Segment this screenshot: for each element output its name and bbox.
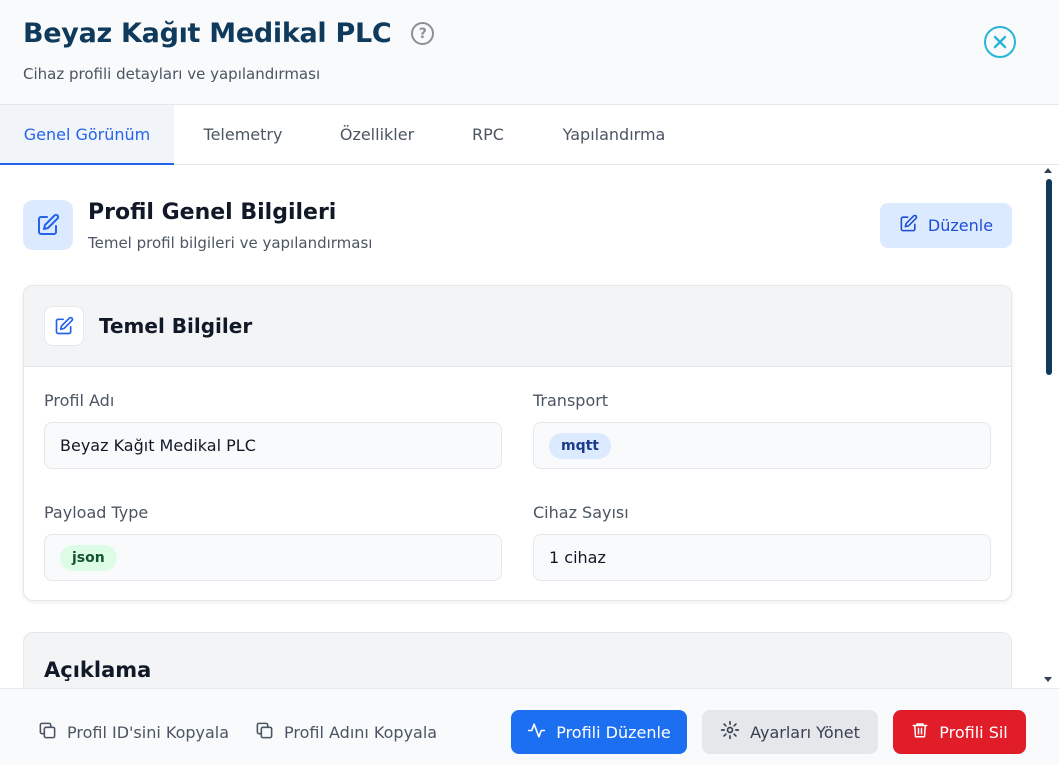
tab-bar: Genel Görünüm Telemetry Özellikler RPC Y…	[0, 105, 1059, 165]
description-card: Açıklama	[23, 632, 1012, 688]
basic-info-card: Temel Bilgiler Profil Adı Beyaz Kağıt Me…	[23, 285, 1012, 601]
copy-icon	[255, 721, 274, 744]
scroll-thumb[interactable]	[1046, 179, 1052, 375]
edit-profile-label: Profili Düzenle	[556, 722, 671, 742]
scrollbar[interactable]	[1042, 165, 1059, 688]
section-subtitle: Temel profil bilgileri ve yapılandırması	[88, 234, 373, 252]
section-title: Profil Genel Bilgileri	[88, 200, 337, 225]
scroll-up-icon[interactable]	[1044, 168, 1052, 173]
tab-rpc[interactable]: RPC	[458, 105, 518, 165]
payload-type-label: Payload Type	[44, 503, 149, 522]
device-count-label: Cihaz Sayısı	[533, 503, 629, 522]
tab-attributes[interactable]: Özellikler	[327, 105, 427, 165]
profile-name-value: Beyaz Kağıt Medikal PLC	[60, 436, 256, 455]
activity-icon	[527, 721, 546, 744]
transport-label: Transport	[533, 391, 609, 410]
manage-settings-button[interactable]: Ayarları Yönet	[702, 710, 878, 754]
delete-profile-label: Profili Sil	[939, 722, 1008, 742]
payload-type-badge: json	[60, 544, 117, 571]
edit-profile-button[interactable]: Profili Düzenle	[511, 710, 687, 754]
content-area: Profil Genel Bilgileri Temel profil bilg…	[0, 165, 1042, 688]
gear-icon	[720, 720, 740, 744]
edit-button-label: Düzenle	[927, 216, 994, 235]
copy-id-button[interactable]: Profil ID'sini Kopyala	[38, 721, 229, 744]
edit-icon	[23, 200, 73, 250]
edit-icon	[899, 214, 918, 237]
edit-icon	[44, 306, 84, 346]
tab-telemetry[interactable]: Telemetry	[188, 105, 298, 165]
profile-name-label: Profil Adı	[44, 391, 115, 410]
card-title: Temel Bilgiler	[99, 314, 253, 338]
copy-icon	[38, 721, 57, 744]
delete-profile-button[interactable]: Profili Sil	[893, 710, 1026, 754]
edit-button[interactable]: Düzenle	[880, 203, 1012, 248]
title-row: Beyaz Kağıt Medikal PLC ?	[23, 18, 435, 49]
transport-badge: mqtt	[549, 432, 611, 459]
transport-field[interactable]: mqtt	[533, 422, 991, 469]
description-title: Açıklama	[44, 658, 152, 682]
copy-name-label: Profil Adını Kopyala	[284, 723, 438, 742]
page-title: Beyaz Kağıt Medikal PLC	[23, 18, 392, 49]
tab-general-overview[interactable]: Genel Görünüm	[0, 105, 174, 165]
modal-footer: Profil ID'sini Kopyala Profil Adını Kopy…	[0, 688, 1059, 765]
payload-type-field[interactable]: json	[44, 534, 502, 581]
device-count-value: 1 cihaz	[549, 548, 606, 567]
close-icon[interactable]	[984, 26, 1016, 58]
profile-name-field[interactable]: Beyaz Kağıt Medikal PLC	[44, 422, 502, 469]
modal-header: Beyaz Kağıt Medikal PLC ? Cihaz profili …	[0, 0, 1059, 105]
device-count-field[interactable]: 1 cihaz	[533, 534, 991, 581]
copy-name-button[interactable]: Profil Adını Kopyala	[255, 721, 437, 744]
trash-icon	[911, 721, 929, 743]
tab-configuration[interactable]: Yapılandırma	[550, 105, 678, 165]
page-subtitle: Cihaz profili detayları ve yapılandırmas…	[23, 65, 321, 83]
scroll-down-icon[interactable]	[1044, 677, 1052, 682]
card-header: Temel Bilgiler	[24, 286, 1011, 367]
copy-id-label: Profil ID'sini Kopyala	[67, 723, 230, 742]
manage-settings-label: Ayarları Yönet	[750, 722, 860, 742]
help-icon[interactable]: ?	[411, 22, 435, 45]
